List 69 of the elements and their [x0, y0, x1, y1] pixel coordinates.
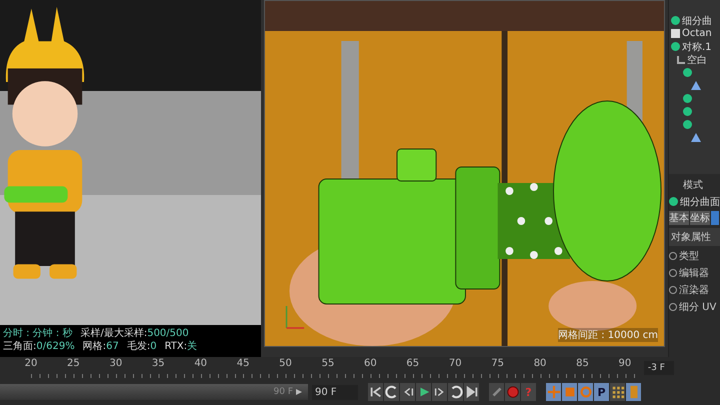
to-start-button[interactable]	[368, 383, 383, 401]
handle-icon[interactable]	[296, 389, 302, 395]
frame-number: 45	[236, 357, 250, 371]
end-frame-field[interactable]: 90 F	[312, 384, 358, 400]
render-stat: 网格:67	[82, 340, 119, 353]
dots-icon	[610, 385, 624, 399]
attribute-tab[interactable]: 坐标	[690, 211, 710, 225]
play-button[interactable]	[416, 383, 431, 401]
frame-number: 65	[405, 357, 420, 371]
to-end-icon	[464, 385, 478, 399]
frame-number: 85	[575, 357, 590, 371]
to-start-icon	[368, 385, 382, 399]
loop-back-icon	[384, 385, 398, 399]
grid-spacing-label: 网格间距 : 10000 cm	[558, 328, 658, 342]
axis-icon	[286, 306, 304, 329]
frame-number: 75	[490, 357, 505, 371]
loop-forward-button[interactable]	[448, 383, 463, 401]
frame-number: 35	[150, 357, 166, 371]
field-label: 渲染器	[679, 284, 709, 297]
object-name[interactable]: 细分曲	[682, 14, 712, 28]
object-name[interactable]: 对称.1	[682, 40, 712, 54]
sphere-object-icon	[669, 197, 678, 206]
render-stat: 分时 : 分钟 : 秒	[3, 327, 72, 340]
frame-number: 40	[193, 357, 208, 371]
sphere-object-icon	[683, 68, 692, 77]
dots-button[interactable]	[610, 383, 625, 401]
field-label: 细分 UV	[679, 301, 716, 314]
render-stat: 毛发:0	[126, 340, 157, 353]
next-key-icon	[432, 385, 446, 399]
frame-number: 90	[618, 357, 632, 371]
section-title: 对象属性	[669, 228, 720, 246]
param-button[interactable]: P	[594, 383, 609, 401]
render-stat: 采样/最大采样:500/500	[80, 327, 189, 340]
render-stat: RTX:关	[164, 340, 198, 353]
record-icon	[506, 385, 520, 399]
frame-number: 50	[278, 357, 293, 371]
null-object-icon	[677, 56, 685, 64]
radio-icon[interactable]	[669, 252, 677, 260]
rotate-icon	[578, 385, 592, 399]
prev-key-button[interactable]	[400, 383, 415, 401]
object-title: 细分曲面	[680, 196, 720, 208]
radio-icon[interactable]	[669, 303, 677, 311]
sphere-object-icon	[671, 42, 680, 51]
object-name[interactable]: Octan	[682, 28, 712, 39]
radio-icon[interactable]	[669, 286, 677, 294]
frame-number: 55	[320, 357, 336, 371]
frame-number: 80	[532, 357, 548, 371]
next-key-button[interactable]	[432, 383, 447, 401]
frame-number: 20	[24, 357, 38, 371]
radio-icon[interactable]	[669, 269, 677, 277]
frame-number: 60	[363, 357, 378, 371]
object-name[interactable]: 空白	[687, 52, 707, 66]
loop-back-button[interactable]	[384, 383, 399, 401]
attribute-tab[interactable]: 基本	[669, 211, 689, 225]
render-stat: 三角面:0/629%	[3, 340, 75, 353]
move-icon	[546, 385, 560, 399]
frame-number: 30	[108, 357, 124, 371]
sphere-object-icon	[671, 16, 680, 25]
field-label: 类型	[679, 250, 699, 263]
cone-object-icon	[691, 133, 701, 142]
record-off-button[interactable]	[489, 383, 504, 401]
mode-menu[interactable]: 模式	[669, 178, 720, 192]
current-frame-field[interactable]: -3 F	[644, 361, 674, 375]
field-label: 编辑器	[679, 266, 709, 280]
tag-object-icon	[671, 29, 680, 38]
to-end-button[interactable]	[464, 383, 479, 401]
frame-number: 25	[66, 357, 81, 371]
scale-icon	[562, 385, 576, 399]
frame-number: 70	[448, 357, 463, 371]
